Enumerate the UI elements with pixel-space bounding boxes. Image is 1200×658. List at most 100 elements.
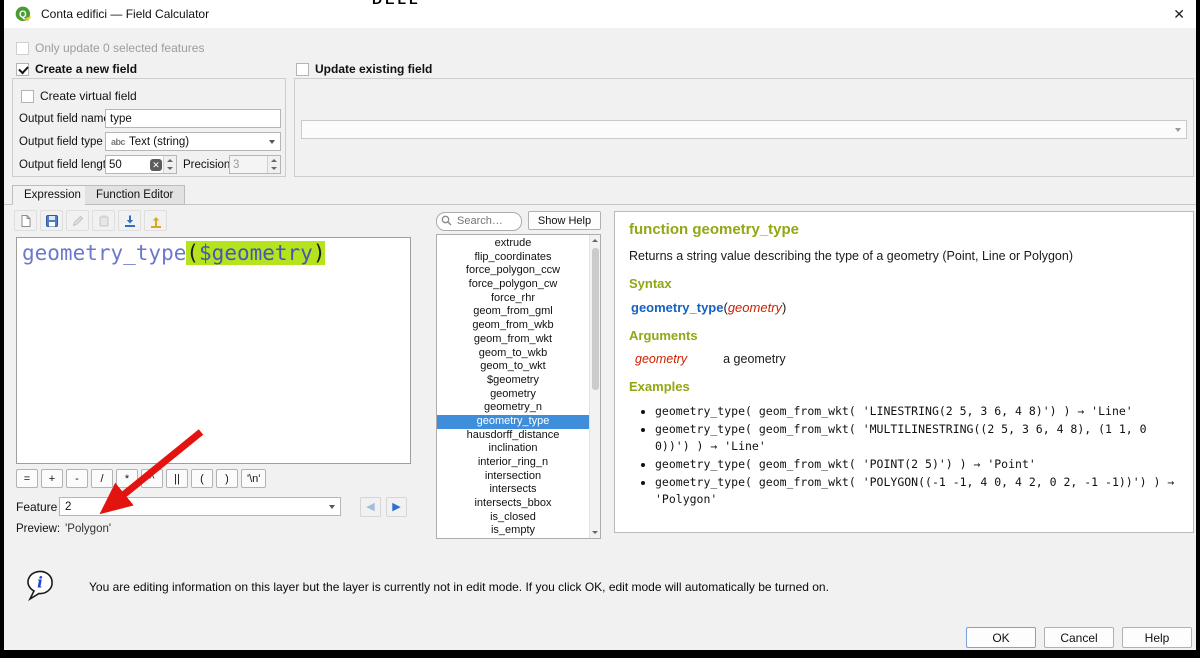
function-list-item[interactable]: $geometry bbox=[437, 374, 589, 388]
qgis-logo-icon: Q bbox=[15, 6, 32, 23]
function-list-item[interactable]: intersects bbox=[437, 483, 589, 497]
operator-button[interactable]: || bbox=[166, 469, 188, 488]
function-list-item[interactable]: force_rhr bbox=[437, 292, 589, 306]
update-existing-field-group bbox=[294, 78, 1194, 177]
operator-button[interactable]: + bbox=[41, 469, 63, 488]
previous-feature-button[interactable]: ◀ bbox=[360, 497, 381, 517]
function-list-item[interactable]: force_polygon_ccw bbox=[437, 264, 589, 278]
create-virtual-field-checkbox[interactable]: Create virtual field bbox=[21, 88, 137, 104]
window-title: Conta edifici — Field Calculator bbox=[41, 7, 209, 21]
help-button[interactable]: Help bbox=[1122, 627, 1192, 648]
function-list-item[interactable]: intersects_bbox bbox=[437, 497, 589, 511]
only-update-selected-checkbox[interactable]: Only update 0 selected features bbox=[16, 40, 204, 56]
background-window-fragment: DELL bbox=[372, 0, 442, 5]
output-field-type-label: Output field type bbox=[19, 133, 103, 152]
export-expression-button[interactable] bbox=[144, 210, 167, 231]
svg-text:Q: Q bbox=[19, 9, 27, 20]
function-list-item[interactable]: geom_to_wkb bbox=[437, 347, 589, 361]
output-field-type-combo[interactable]: abc Text (string) bbox=[105, 132, 281, 151]
delete-expression-button[interactable] bbox=[92, 210, 115, 231]
operator-button[interactable]: * bbox=[116, 469, 138, 488]
chevron-down-icon bbox=[1175, 128, 1181, 132]
function-list-item[interactable]: geometry_type bbox=[437, 415, 589, 429]
function-list-item[interactable]: geom_to_wkt bbox=[437, 360, 589, 374]
spin-down-icon bbox=[271, 167, 277, 170]
update-existing-field-checkbox[interactable]: Update existing field bbox=[296, 61, 432, 77]
operator-button[interactable]: ) bbox=[216, 469, 238, 488]
save-expression-button[interactable] bbox=[40, 210, 63, 231]
operator-button[interactable]: / bbox=[91, 469, 113, 488]
desktop-background: DELL Q Conta edifici — Field Calculator … bbox=[0, 0, 1200, 658]
tab-expression[interactable]: Expression bbox=[12, 185, 93, 205]
function-list-item[interactable]: geom_from_gml bbox=[437, 305, 589, 319]
scrollbar-thumb[interactable] bbox=[592, 248, 599, 390]
edit-mode-message: You are editing information on this laye… bbox=[89, 580, 1009, 594]
help-title: function geometry_type bbox=[629, 221, 1179, 238]
function-list-item[interactable]: intersection bbox=[437, 470, 589, 484]
operator-button[interactable]: = bbox=[16, 469, 38, 488]
function-list-item[interactable]: geom_from_wkb bbox=[437, 319, 589, 333]
output-field-name-input[interactable] bbox=[105, 109, 281, 128]
expression-function-token: geometry_type bbox=[22, 241, 186, 265]
clear-expression-button[interactable] bbox=[14, 210, 37, 231]
spin-up-icon[interactable] bbox=[167, 159, 173, 162]
output-field-length-spinner[interactable]: 50 ✕ bbox=[105, 155, 177, 174]
feature-label: Feature bbox=[16, 500, 57, 514]
tab-function-editor[interactable]: Function Editor bbox=[85, 185, 185, 205]
function-list-item[interactable]: extrude bbox=[437, 237, 589, 251]
search-icon bbox=[441, 215, 452, 226]
example-item: geometry_type( geom_from_wkt( 'LINESTRIN… bbox=[655, 403, 1179, 419]
chevron-down-icon bbox=[269, 140, 275, 144]
function-list-item[interactable]: is_empty bbox=[437, 524, 589, 538]
function-list-item[interactable]: force_polygon_cw bbox=[437, 278, 589, 292]
blank-page-icon bbox=[19, 214, 33, 228]
update-existing-field-label: Update existing field bbox=[315, 62, 432, 76]
function-list-scrollbar[interactable] bbox=[589, 235, 600, 538]
create-virtual-field-label: Create virtual field bbox=[40, 89, 137, 103]
argument-name: geometry bbox=[635, 352, 687, 366]
output-field-type-value: Text (string) bbox=[129, 136, 189, 148]
argument-description: a geometry bbox=[723, 352, 786, 366]
function-list-item[interactable]: inclination bbox=[437, 442, 589, 456]
feature-combo[interactable]: 2 bbox=[59, 497, 341, 516]
create-new-field-label: Create a new field bbox=[35, 62, 137, 76]
next-feature-button[interactable]: ▶ bbox=[386, 497, 407, 517]
function-list-item[interactable]: geometry_n bbox=[437, 401, 589, 415]
pencil-icon bbox=[71, 214, 85, 228]
field-calculator-dialog: Q Conta edifici — Field Calculator ✕ Onl… bbox=[4, 0, 1196, 650]
open-paren-token: ( bbox=[186, 241, 199, 265]
example-item: geometry_type( geom_from_wkt( 'POLYGON((… bbox=[655, 474, 1179, 507]
scrollbar-down-icon[interactable] bbox=[590, 527, 600, 538]
existing-field-combo bbox=[301, 120, 1187, 139]
close-button[interactable]: ✕ bbox=[1173, 6, 1185, 23]
spin-down-icon[interactable] bbox=[167, 167, 173, 170]
spinner-arrows[interactable] bbox=[163, 156, 176, 173]
show-help-button[interactable]: Show Help bbox=[528, 211, 601, 230]
edit-expression-button[interactable] bbox=[66, 210, 89, 231]
cancel-button[interactable]: Cancel bbox=[1044, 627, 1114, 648]
operator-button[interactable]: - bbox=[66, 469, 88, 488]
function-list-item[interactable]: geometry bbox=[437, 388, 589, 402]
import-expression-button[interactable] bbox=[118, 210, 141, 231]
clear-value-icon[interactable]: ✕ bbox=[150, 159, 162, 171]
ok-button[interactable]: OK bbox=[966, 627, 1036, 648]
function-help-panel: function geometry_type Returns a string … bbox=[614, 211, 1194, 533]
operator-button[interactable]: ( bbox=[191, 469, 213, 488]
function-list-item[interactable]: interior_ring_n bbox=[437, 456, 589, 470]
feature-value: 2 bbox=[65, 501, 71, 513]
chevron-down-icon bbox=[329, 505, 335, 509]
expression-editor[interactable]: geometry_type($geometry) bbox=[16, 237, 411, 464]
scrollbar-up-icon[interactable] bbox=[590, 235, 600, 246]
import-down-arrow-icon bbox=[123, 214, 137, 228]
function-search bbox=[436, 211, 522, 230]
operator-button[interactable]: '\n' bbox=[241, 469, 266, 488]
syntax-close-paren: ) bbox=[782, 300, 786, 315]
function-list-item[interactable]: geom_from_wkt bbox=[437, 333, 589, 347]
function-list-item[interactable]: flip_coordinates bbox=[437, 251, 589, 265]
operator-button[interactable]: ^ bbox=[141, 469, 163, 488]
export-up-arrow-icon bbox=[149, 214, 163, 228]
function-list-item[interactable]: hausdorff_distance bbox=[437, 429, 589, 443]
function-list-item[interactable]: is_closed bbox=[437, 511, 589, 525]
create-new-field-checkbox[interactable]: Create a new field bbox=[16, 61, 137, 77]
output-field-name-label: Output field name bbox=[19, 110, 110, 129]
